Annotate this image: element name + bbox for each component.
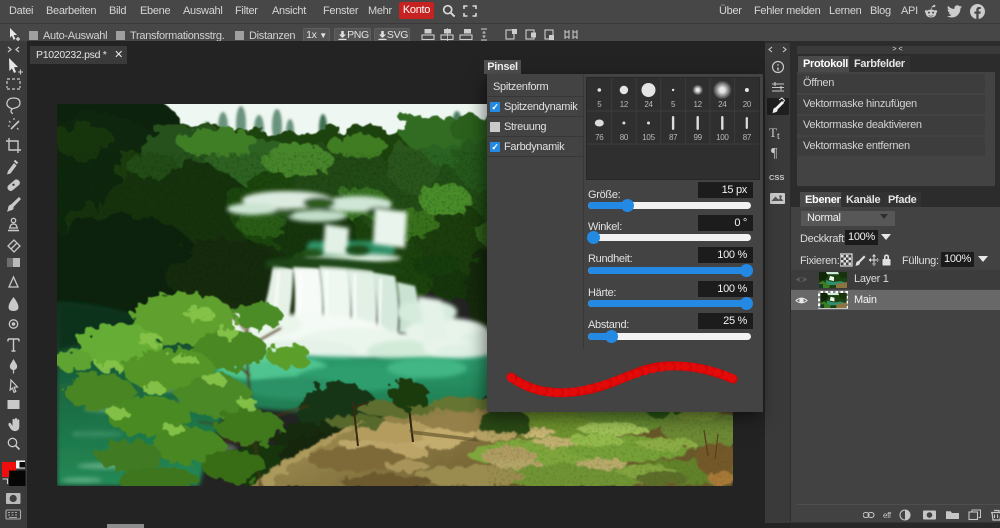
svg-text:5: 5	[671, 100, 676, 109]
svg-text:eff: eff	[883, 511, 892, 520]
svg-text:5: 5	[597, 100, 602, 109]
svg-text:24: 24	[644, 100, 653, 109]
svg-text:99: 99	[694, 133, 703, 142]
svg-text:76: 76	[595, 133, 604, 142]
svg-text:¶: ¶	[771, 146, 778, 161]
svg-text:20: 20	[743, 100, 752, 109]
svg-text:12: 12	[694, 100, 703, 109]
svg-text:105: 105	[642, 133, 655, 142]
svg-text:T: T	[769, 125, 777, 140]
svg-text:12: 12	[620, 100, 629, 109]
svg-text:CSS: CSS	[769, 173, 784, 182]
svg-text:t: t	[777, 131, 780, 142]
svg-text:80: 80	[620, 133, 629, 142]
svg-text:24: 24	[718, 100, 727, 109]
svg-text:87: 87	[669, 133, 678, 142]
svg-text:100: 100	[716, 133, 729, 142]
svg-text:87: 87	[743, 133, 752, 142]
